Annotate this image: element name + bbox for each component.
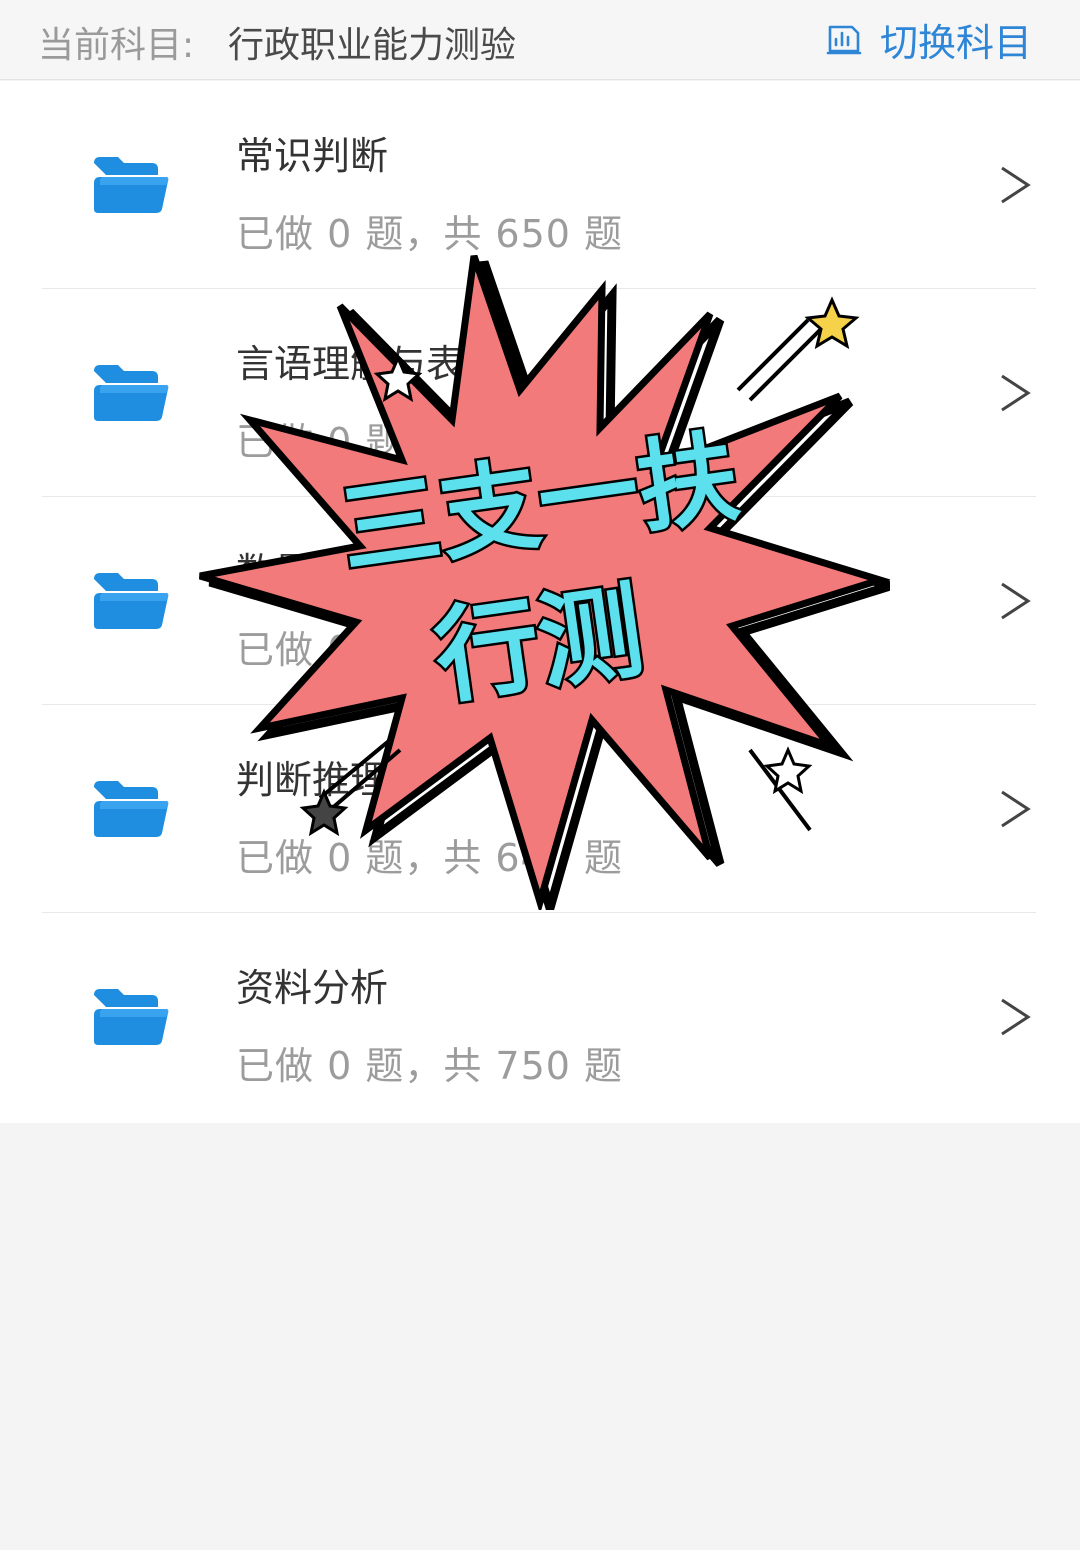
chevron-right-icon: [1001, 166, 1031, 204]
chevron-right-icon: [1001, 582, 1031, 620]
chevron-right-icon: [1001, 998, 1031, 1036]
category-title: 判断推理: [236, 758, 389, 802]
chevron-right-icon: [1001, 790, 1031, 828]
folder-icon: [94, 989, 169, 1045]
category-row-data-analysis[interactable]: 资料分析 已做 0 题，共 750 题: [0, 913, 1080, 1121]
category-title: 常识判断: [236, 134, 389, 178]
category-row-quantitative[interactable]: 数量关系 已做 0 题，共 ...: [0, 497, 1080, 705]
switch-subject-button[interactable]: 切换科目: [824, 12, 1032, 66]
category-progress: 已做 0 题，共 ...: [236, 628, 535, 672]
category-progress: 已做 0 题，共 649 题: [236, 836, 624, 880]
category-row-reasoning[interactable]: 判断推理 已做 0 题，共 649 题: [0, 705, 1080, 913]
current-subject-label: 当前科目:: [38, 25, 195, 66]
folder-icon: [94, 781, 169, 837]
folder-icon: [94, 365, 169, 421]
switch-subject-icon: [826, 25, 862, 55]
chevron-right-icon: [1001, 374, 1031, 412]
category-progress: 已做 0 题，共 1106 题: [236, 420, 649, 464]
category-list: 常识判断 已做 0 题，共 650 题 言语理解与表达 已做 0 题，共 110…: [0, 81, 1080, 1123]
switch-subject-label: 切换科目: [879, 20, 1032, 65]
category-progress: 已做 0 题，共 750 题: [236, 1044, 624, 1088]
subject-header: 当前科目: 行政职业能力测验 切换科目: [0, 0, 1080, 80]
category-progress: 已做 0 题，共 650 题: [236, 212, 624, 256]
category-title: 言语理解与表达: [236, 342, 503, 386]
category-row-verbal[interactable]: 言语理解与表达 已做 0 题，共 1106 题: [0, 289, 1080, 497]
folder-icon: [94, 157, 169, 213]
category-title: 数量关系: [236, 550, 389, 594]
current-subject-value: 行政职业能力测验: [228, 25, 517, 66]
category-title: 资料分析: [236, 966, 389, 1010]
folder-icon: [94, 573, 169, 629]
category-row-common-sense[interactable]: 常识判断 已做 0 题，共 650 题: [0, 81, 1080, 289]
